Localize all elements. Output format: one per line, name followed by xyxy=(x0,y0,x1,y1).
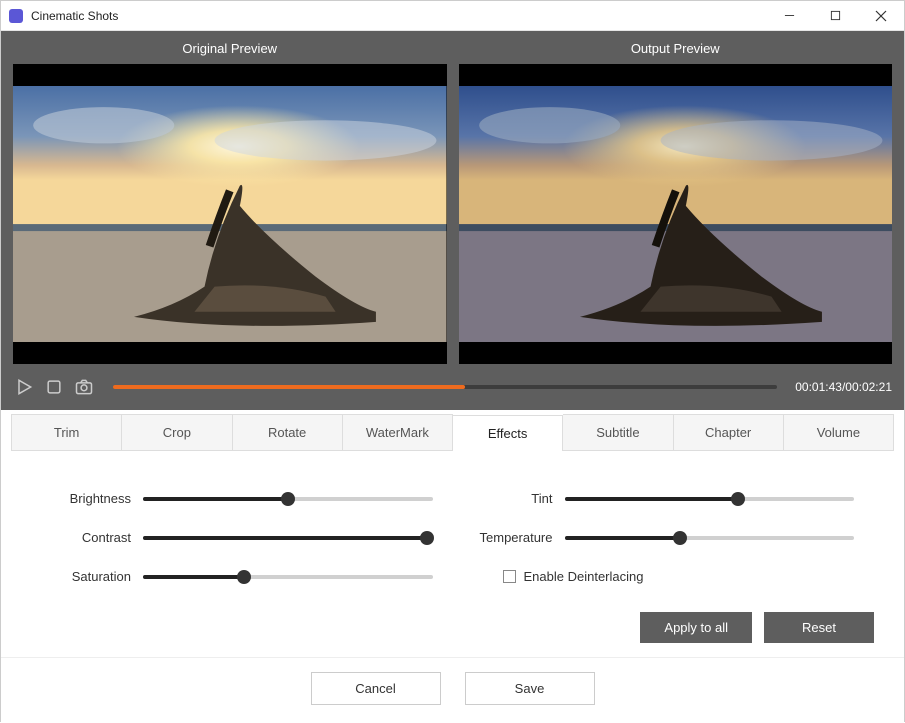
original-preview-label: Original Preview xyxy=(13,41,447,56)
tab-volume[interactable]: Volume xyxy=(784,414,894,450)
effects-actions: Apply to all Reset xyxy=(1,604,904,657)
tab-effects[interactable]: Effects xyxy=(453,415,563,451)
output-preview-label: Output Preview xyxy=(459,41,893,56)
apply-all-button[interactable]: Apply to all xyxy=(640,612,752,643)
tint-label: Tint xyxy=(473,491,553,506)
window-title: Cinematic Shots xyxy=(31,9,118,23)
output-preview xyxy=(459,64,893,364)
time-display: 00:01:43/00:02:21 xyxy=(795,380,892,394)
deinterlacing-checkbox[interactable] xyxy=(503,570,516,583)
stop-button[interactable] xyxy=(43,376,65,398)
app-window: Cinematic Shots Original Preview Output … xyxy=(0,0,905,722)
snapshot-button[interactable] xyxy=(73,376,95,398)
tab-subtitle[interactable]: Subtitle xyxy=(563,414,673,450)
temperature-slider-row: Temperature xyxy=(473,530,855,545)
contrast-label: Contrast xyxy=(51,530,131,545)
saturation-thumb[interactable] xyxy=(237,570,251,584)
tab-trim[interactable]: Trim xyxy=(11,414,122,450)
progress-fill xyxy=(113,385,465,389)
contrast-slider-row: Contrast xyxy=(51,530,433,545)
minimize-button[interactable] xyxy=(766,1,812,31)
saturation-slider-row: Saturation xyxy=(51,569,433,584)
tint-slider[interactable] xyxy=(565,497,855,501)
brightness-label: Brightness xyxy=(51,491,131,506)
temperature-label: Temperature xyxy=(473,530,553,545)
saturation-slider[interactable] xyxy=(143,575,433,579)
footer-actions: Cancel Save xyxy=(1,657,904,719)
original-preview xyxy=(13,64,447,364)
effects-panel: Brightness Contrast Saturation xyxy=(1,451,904,604)
editor-panel: TrimCropRotateWaterMarkEffectsSubtitleCh… xyxy=(1,410,904,723)
deinterlacing-label: Enable Deinterlacing xyxy=(524,569,644,584)
progress-bar[interactable] xyxy=(113,385,777,389)
tab-watermark[interactable]: WaterMark xyxy=(343,414,453,450)
contrast-slider[interactable] xyxy=(143,536,433,540)
playback-bar: 00:01:43/00:02:21 xyxy=(13,376,892,398)
app-icon xyxy=(9,9,23,23)
tint-slider-row: Tint xyxy=(473,491,855,506)
brightness-thumb[interactable] xyxy=(281,492,295,506)
reset-button[interactable]: Reset xyxy=(764,612,874,643)
saturation-label: Saturation xyxy=(51,569,131,584)
tab-rotate[interactable]: Rotate xyxy=(233,414,343,450)
play-button[interactable] xyxy=(13,376,35,398)
tabs: TrimCropRotateWaterMarkEffectsSubtitleCh… xyxy=(11,414,894,451)
tab-chapter[interactable]: Chapter xyxy=(674,414,784,450)
cancel-button[interactable]: Cancel xyxy=(311,672,441,705)
preview-area: Original Preview Output Preview xyxy=(1,31,904,410)
maximize-button[interactable] xyxy=(812,1,858,31)
close-button[interactable] xyxy=(858,1,904,31)
tint-thumb[interactable] xyxy=(731,492,745,506)
temperature-thumb[interactable] xyxy=(673,531,687,545)
temperature-slider[interactable] xyxy=(565,536,855,540)
tab-crop[interactable]: Crop xyxy=(122,414,232,450)
deinterlacing-row: Enable Deinterlacing xyxy=(503,569,855,584)
save-button[interactable]: Save xyxy=(465,672,595,705)
brightness-slider-row: Brightness xyxy=(51,491,433,506)
titlebar: Cinematic Shots xyxy=(1,1,904,31)
brightness-slider[interactable] xyxy=(143,497,433,501)
contrast-thumb[interactable] xyxy=(420,531,434,545)
window-controls xyxy=(766,1,904,31)
